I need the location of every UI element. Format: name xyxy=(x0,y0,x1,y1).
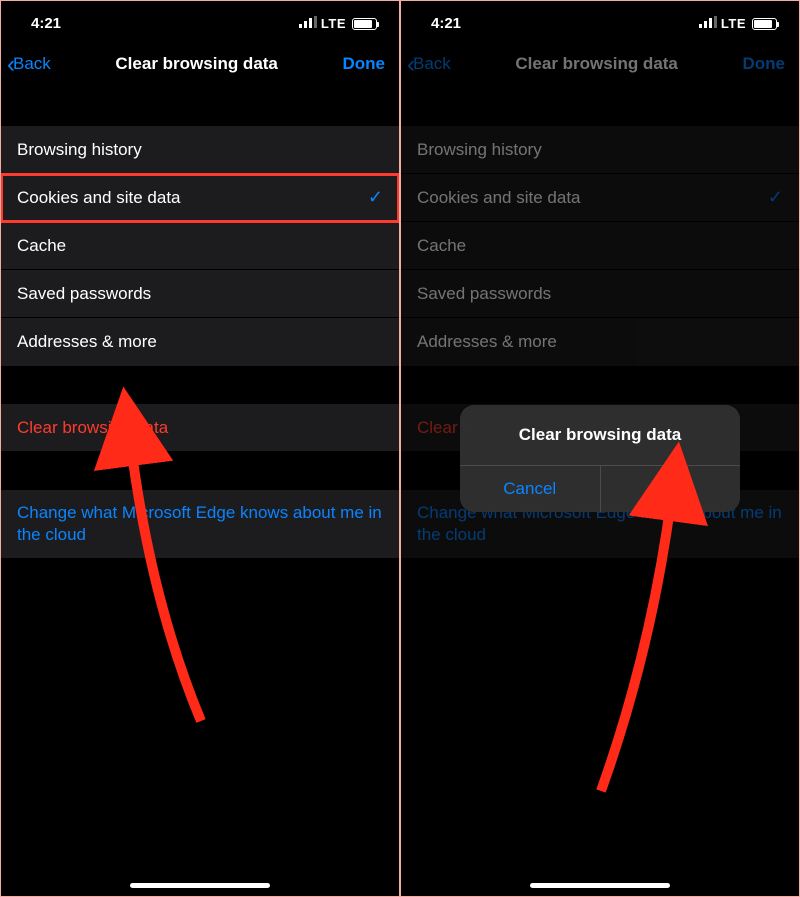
back-button[interactable]: ‹ Back xyxy=(407,54,451,74)
option-cache[interactable]: Cache xyxy=(1,222,399,270)
battery-icon xyxy=(752,18,777,30)
battery-icon xyxy=(352,18,377,30)
cloud-link-label: Change what Microsoft Edge knows about m… xyxy=(17,502,383,546)
home-indicator[interactable] xyxy=(130,883,270,888)
option-label: Cache xyxy=(17,236,66,256)
home-indicator[interactable] xyxy=(530,883,670,888)
option-saved-passwords[interactable]: Saved passwords xyxy=(1,270,399,318)
option-saved-passwords[interactable]: Saved passwords xyxy=(401,270,799,318)
cloud-link[interactable]: Change what Microsoft Edge knows about m… xyxy=(1,490,399,559)
status-bar: 4:21 LTE xyxy=(401,1,799,40)
option-addresses[interactable]: Addresses & more xyxy=(401,318,799,366)
done-button[interactable]: Done xyxy=(343,54,386,74)
option-addresses[interactable]: Addresses & more xyxy=(1,318,399,366)
clear-label: Clear browsing data xyxy=(17,418,168,438)
status-bar: 4:21 LTE xyxy=(1,1,399,40)
option-cache[interactable]: Cache xyxy=(401,222,799,270)
screenshot-right: 4:21 LTE ‹ Back Clear browsing data Done… xyxy=(401,1,799,896)
checkmark-icon: ✓ xyxy=(368,187,383,208)
network-label: LTE xyxy=(321,16,346,31)
back-label: Back xyxy=(413,54,451,74)
option-label: Saved passwords xyxy=(417,284,551,304)
option-label: Cache xyxy=(417,236,466,256)
nav-bar: ‹ Back Clear browsing data Done xyxy=(401,40,799,90)
option-browsing-history[interactable]: Browsing history xyxy=(401,126,799,174)
dialog-title: Clear browsing data xyxy=(460,405,740,466)
status-right: LTE xyxy=(299,15,377,32)
page-title: Clear browsing data xyxy=(515,54,677,74)
network-label: LTE xyxy=(721,16,746,31)
page-title: Clear browsing data xyxy=(115,54,277,74)
option-label: Browsing history xyxy=(17,140,142,160)
signal-icon xyxy=(299,15,317,32)
clear-browsing-data-button[interactable]: Clear browsing data xyxy=(1,404,399,452)
dialog-cancel-button[interactable]: Cancel xyxy=(460,466,601,512)
signal-icon xyxy=(699,15,717,32)
back-label: Back xyxy=(13,54,51,74)
option-browsing-history[interactable]: Browsing history xyxy=(1,126,399,174)
option-label: Addresses & more xyxy=(17,332,157,352)
back-button[interactable]: ‹ Back xyxy=(7,54,51,74)
option-label: Browsing history xyxy=(417,140,542,160)
dialog-clear-button[interactable]: Clear xyxy=(601,466,741,512)
options-list: Browsing history Cookies and site data ✓… xyxy=(1,126,399,366)
screenshot-left: 4:21 LTE ‹ Back Clear browsing data Done… xyxy=(1,1,399,896)
option-cookies[interactable]: Cookies and site data ✓ xyxy=(401,174,799,222)
checkmark-icon: ✓ xyxy=(768,187,783,208)
option-label: Saved passwords xyxy=(17,284,151,304)
option-label: Cookies and site data xyxy=(17,188,181,208)
status-time: 4:21 xyxy=(31,15,61,32)
options-list: Browsing history Cookies and site data ✓… xyxy=(401,126,799,366)
confirm-dialog: Clear browsing data Cancel Clear xyxy=(460,405,740,512)
status-right: LTE xyxy=(699,15,777,32)
option-label: Addresses & more xyxy=(417,332,557,352)
status-time: 4:21 xyxy=(431,15,461,32)
nav-bar: ‹ Back Clear browsing data Done xyxy=(1,40,399,90)
option-cookies[interactable]: Cookies and site data ✓ xyxy=(1,174,399,222)
done-button[interactable]: Done xyxy=(743,54,786,74)
option-label: Cookies and site data xyxy=(417,188,581,208)
dialog-buttons: Cancel Clear xyxy=(460,466,740,512)
